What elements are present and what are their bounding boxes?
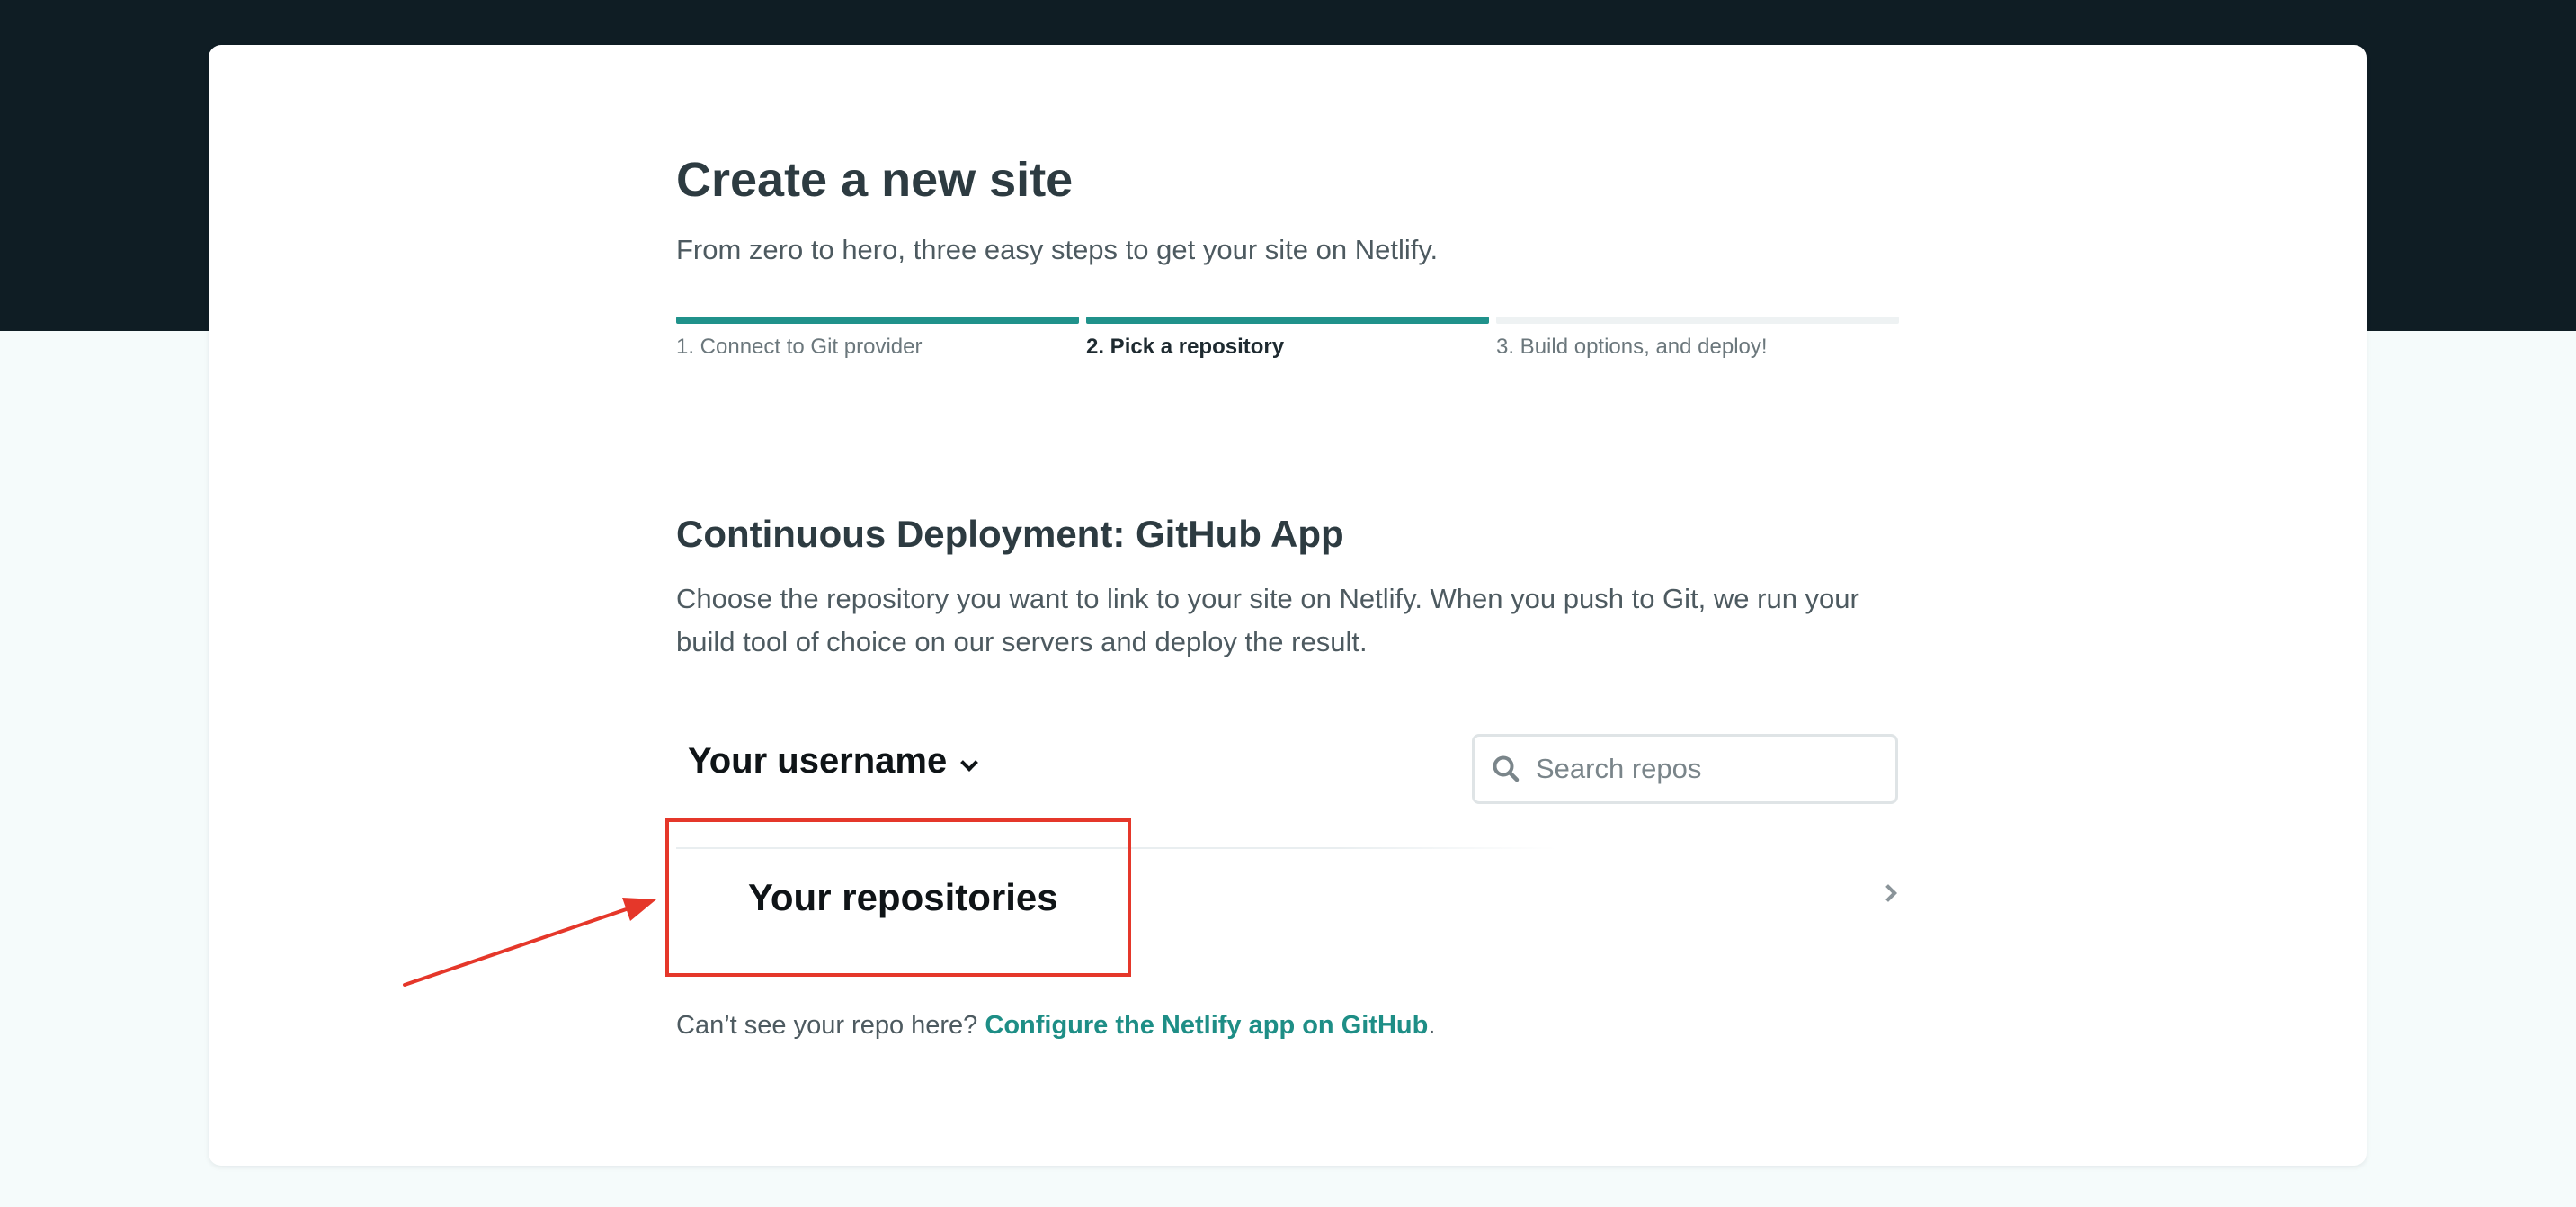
help-note-text: Can’t see your repo here?: [676, 1011, 985, 1040]
help-note-suffix: .: [1428, 1011, 1436, 1040]
annotation-arrow-icon: [403, 898, 656, 987]
help-note: Can’t see your repo here? Configure the …: [676, 1011, 1435, 1041]
create-site-card: Create a new site From zero to hero, thr…: [209, 45, 2367, 1166]
configure-github-app-link[interactable]: Configure the Netlify app on GitHub: [985, 1011, 1428, 1040]
